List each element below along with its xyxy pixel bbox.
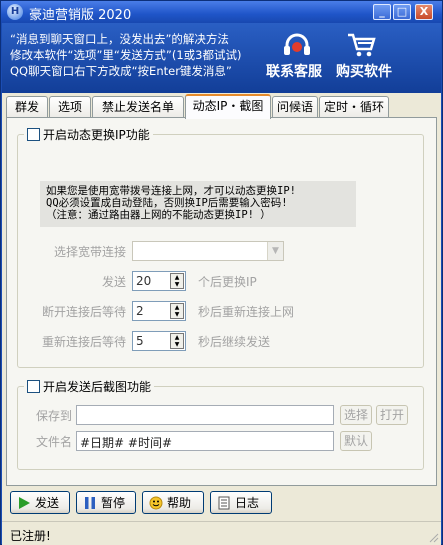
close-button[interactable]: X (415, 4, 433, 20)
window-title: 豪迪营销版 2020 (29, 8, 132, 23)
main-window: H 豪迪营销版 2020 _ □ X “消息到聊天窗口上，没发出去”的解决方法 … (0, 0, 443, 545)
pause-icon (85, 496, 95, 509)
tab-timer-loop[interactable]: 定时・循环 (319, 96, 389, 118)
customer-service-link[interactable]: 联系客服 (266, 61, 322, 81)
dynamic-ip-legend[interactable]: 开启动态更换IP功能 (24, 126, 153, 143)
disconnect-wait-value: 2 (136, 304, 144, 318)
log-button[interactable]: 日志 (210, 491, 272, 514)
log-button-label: 日志 (235, 496, 260, 510)
broadband-select[interactable]: ▼ (132, 241, 284, 261)
send-button[interactable]: 发送 (10, 491, 70, 514)
dynamic-ip-group: 开启动态更换IP功能 如果您是使用宽带拨号连接上网，才可以动态更换IP! QQ必… (17, 126, 424, 368)
buy-software-link[interactable]: 购买软件 (336, 61, 392, 81)
disconnect-wait-label: 断开连接后等待 (42, 305, 127, 319)
reconnect-wait-suffix: 秒后继续发送 (198, 335, 271, 349)
resize-grip-icon[interactable] (427, 531, 439, 543)
dynamic-ip-notice: 如果您是使用宽带拨号连接上网，才可以动态更换IP! QQ必须设置成自动登陆，否则… (40, 181, 356, 227)
choose-folder-button[interactable]: 选择 (340, 405, 372, 425)
save-path-input[interactable] (76, 405, 334, 425)
screenshot-checkbox[interactable] (27, 380, 40, 393)
screenshot-legend[interactable]: 开启发送后截图功能 (24, 378, 155, 395)
reconnect-wait-stepper[interactable]: 5 ▲ ▼ (132, 331, 186, 351)
maximize-button[interactable]: □ (393, 4, 411, 20)
document-icon (218, 496, 230, 509)
status-text: 已注册! (10, 529, 51, 543)
send-count-label: 发送 (102, 275, 127, 289)
save-path-label: 保存到 (36, 409, 73, 423)
send-button-label: 发送 (35, 496, 60, 510)
spin-arrows-icon[interactable]: ▲ ▼ (170, 333, 184, 349)
tab-blocklist[interactable]: 禁止发送名单 (92, 96, 184, 118)
client-area: 群发 选项 禁止发送名单 动态IP・截图 问候语 定时・循环 开启动态更换IP功… (2, 93, 441, 545)
help-button[interactable]: 帮助 (142, 491, 204, 514)
send-count-value: 20 (136, 274, 152, 288)
open-folder-button[interactable]: 打开 (376, 405, 408, 425)
screenshot-label: 开启发送后截图功能 (43, 380, 152, 394)
minimize-button[interactable]: _ (373, 4, 391, 20)
chevron-down-icon[interactable]: ▼ (267, 242, 283, 260)
disconnect-wait-suffix: 秒后重新连接上网 (198, 305, 295, 319)
shopping-cart-icon[interactable] (346, 32, 376, 58)
filename-input[interactable]: #日期# #时间# (76, 431, 334, 451)
disconnect-wait-stepper[interactable]: 2 ▲ ▼ (132, 301, 186, 321)
help-button-label: 帮助 (167, 496, 192, 510)
tab-panel: 开启动态更换IP功能 如果您是使用宽带拨号连接上网，才可以动态更换IP! QQ必… (6, 117, 437, 486)
title-bar[interactable]: H 豪迪营销版 2020 _ □ X (1, 1, 442, 23)
send-count-suffix: 个后更换IP (198, 275, 257, 289)
default-filename-button[interactable]: 默认 (340, 431, 372, 451)
tab-greetings[interactable]: 问候语 (272, 96, 318, 118)
spin-arrows-icon[interactable]: ▲ ▼ (170, 273, 184, 289)
status-bar: 已注册! (2, 521, 441, 545)
send-count-stepper[interactable]: 20 ▲ ▼ (132, 271, 186, 291)
tip-line-2: 修改本软件“选项”里“发送方式”(1或3都试试) (10, 48, 242, 62)
screenshot-group: 开启发送后截图功能 保存到 选择 打开 文件名 #日期# #时间# 默认 (17, 378, 424, 470)
headset-icon[interactable] (282, 33, 312, 59)
reconnect-wait-label: 重新连接后等待 (42, 335, 127, 349)
tab-options[interactable]: 选项 (49, 96, 91, 118)
play-icon (19, 496, 30, 509)
smiley-help-icon (149, 496, 163, 509)
filename-label: 文件名 (36, 435, 73, 449)
tip-line-1: “消息到聊天窗口上，没发出去”的解决方法 (10, 32, 229, 46)
pause-button-label: 暂停 (101, 496, 126, 510)
tab-dynamic-ip-screenshot[interactable]: 动态IP・截图 (185, 94, 271, 119)
dynamic-ip-checkbox[interactable] (27, 128, 40, 141)
spin-arrows-icon[interactable]: ▲ ▼ (170, 303, 184, 319)
dynamic-ip-label: 开启动态更换IP功能 (43, 128, 150, 142)
pause-button[interactable]: 暂停 (76, 491, 136, 514)
header-banner: “消息到聊天窗口上，没发出去”的解决方法 修改本软件“选项”里“发送方式”(1或… (2, 23, 441, 93)
app-icon: H (7, 4, 23, 20)
reconnect-wait-value: 5 (136, 334, 144, 348)
tip-line-3: QQ聊天窗口右下方改成“按Enter键发消息” (10, 64, 232, 78)
tab-mass-send[interactable]: 群发 (6, 96, 48, 118)
broadband-select-label: 选择宽带连接 (54, 245, 127, 259)
